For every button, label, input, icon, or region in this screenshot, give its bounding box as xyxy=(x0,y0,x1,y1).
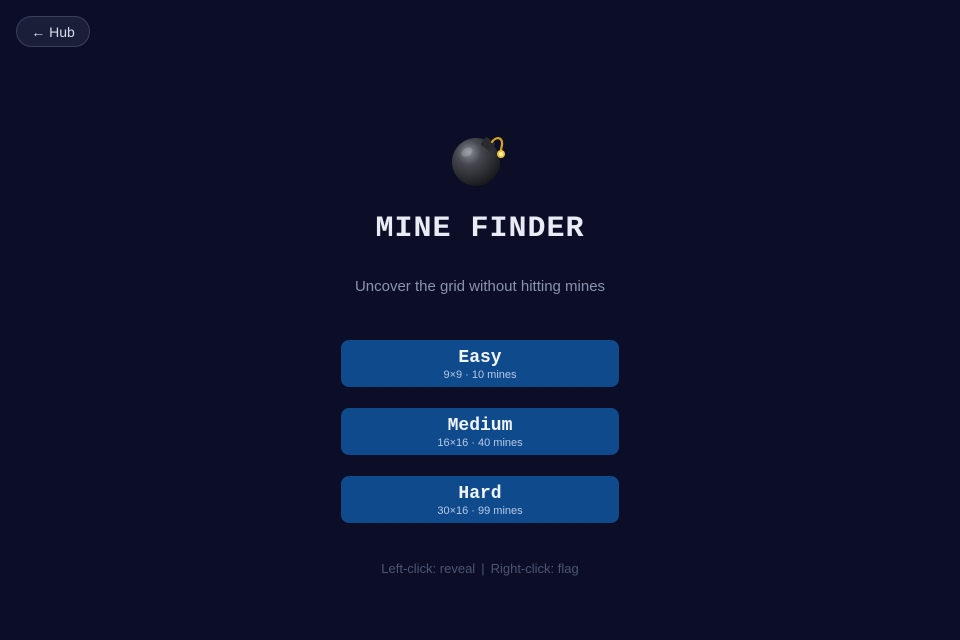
hub-button[interactable]: ← Hub xyxy=(16,16,90,47)
help-separator: | xyxy=(481,561,485,576)
medium-button-label: Medium xyxy=(447,415,513,436)
page-title: MINE FINDER xyxy=(375,212,585,246)
help-left-click: Left-click: reveal xyxy=(381,561,476,576)
page-subtitle: Uncover the grid without hitting mines xyxy=(354,278,606,295)
hard-button[interactable]: Hard 30×16 · 99 mines xyxy=(341,476,619,523)
hard-button-label: Hard xyxy=(458,483,502,504)
hard-button-info: 30×16 · 99 mines xyxy=(437,504,523,517)
bomb-icon xyxy=(452,137,505,186)
hub-button-label: ← Hub xyxy=(31,23,75,40)
easy-button-info: 9×9 · 10 mines xyxy=(443,368,517,381)
medium-button-info: 16×16 · 40 mines xyxy=(437,436,523,449)
medium-button[interactable]: Medium 16×16 · 40 mines xyxy=(341,408,619,455)
help-right-click: Right-click: flag xyxy=(490,561,579,576)
controls-help: Left-click: reveal | Right-click: flag xyxy=(0,561,960,576)
easy-button-label: Easy xyxy=(458,347,502,368)
easy-button[interactable]: Easy 9×9 · 10 mines xyxy=(341,340,619,387)
